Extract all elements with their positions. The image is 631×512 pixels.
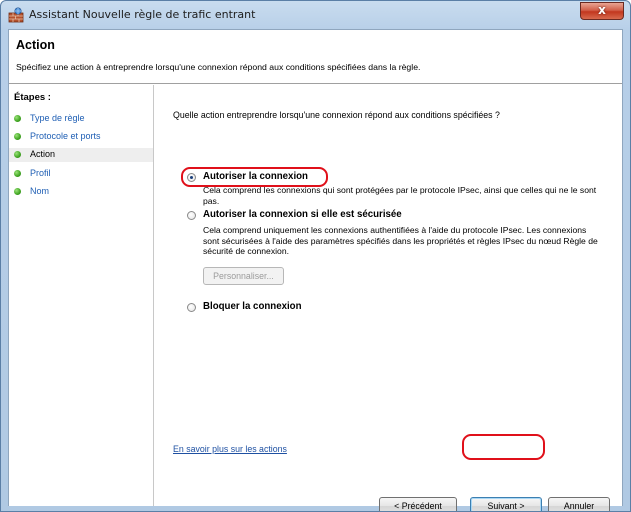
option-allow-description: Cela comprend les connexions qui sont pr… (203, 185, 597, 206)
sidebar-item-action[interactable]: Action (9, 148, 153, 162)
action-question: Quelle action entreprendre lorsqu'une co… (173, 110, 500, 120)
green-dot-icon (14, 151, 21, 158)
green-dot-icon (14, 115, 21, 122)
highlight-allow-option (181, 167, 328, 187)
sidebar-item-profile[interactable]: Profil (14, 167, 150, 181)
sidebar-item-protocol-ports[interactable]: Protocole et ports (14, 130, 150, 144)
close-button[interactable]: x (580, 2, 624, 20)
wizard-header: Action Spécifiez une action à entreprend… (9, 30, 622, 84)
sidebar-item-rule-type[interactable]: Type de règle (14, 112, 150, 126)
green-dot-icon (14, 133, 21, 140)
page-title: Action (16, 38, 55, 52)
customize-button[interactable]: Personnaliser... (203, 267, 284, 285)
steps-title: Étapes : (14, 92, 51, 103)
cancel-button[interactable]: Annuler (548, 497, 610, 511)
sidebar-item-label: Protocole et ports (30, 131, 101, 141)
steps-sidebar: Étapes : Type de règle Protocole et port… (9, 85, 153, 506)
sidebar-item-label: Profil (30, 168, 51, 178)
firewall-wall-icon (8, 7, 24, 23)
sidebar-item-label: Nom (30, 186, 50, 196)
green-dot-icon (14, 170, 21, 177)
option-block-label[interactable]: Bloquer la connexion (203, 301, 302, 312)
page-description: Spécifiez une action à entreprendre lors… (16, 62, 421, 72)
wizard-client-area: Action Spécifiez une action à entreprend… (8, 29, 623, 511)
learn-more-link[interactable]: En savoir plus sur les actions (173, 444, 287, 454)
previous-button[interactable]: < Précédent (379, 497, 457, 511)
title-bar[interactable]: Assistant Nouvelle règle de trafic entra… (1, 1, 630, 28)
next-button[interactable]: Suivant > (470, 497, 542, 511)
sidebar-item-label: Action (30, 149, 56, 159)
sidebar-item-name[interactable]: Nom (14, 185, 150, 199)
radio-block-connection[interactable] (187, 303, 196, 312)
close-icon: x (598, 3, 606, 17)
wizard-window: Assistant Nouvelle règle de trafic entra… (0, 0, 631, 512)
window-title: Assistant Nouvelle règle de trafic entra… (29, 8, 256, 21)
green-dot-icon (14, 188, 21, 195)
action-panel: Quelle action entreprendre lorsqu'une co… (154, 85, 622, 511)
option-allow-secure-label[interactable]: Autoriser la connexion si elle est sécur… (203, 209, 402, 220)
highlight-next-button (462, 434, 545, 460)
option-allow-secure-description: Cela comprend uniquement les connexions … (203, 225, 598, 256)
sidebar-item-label: Type de règle (30, 113, 85, 123)
radio-allow-if-secure[interactable] (187, 211, 196, 220)
